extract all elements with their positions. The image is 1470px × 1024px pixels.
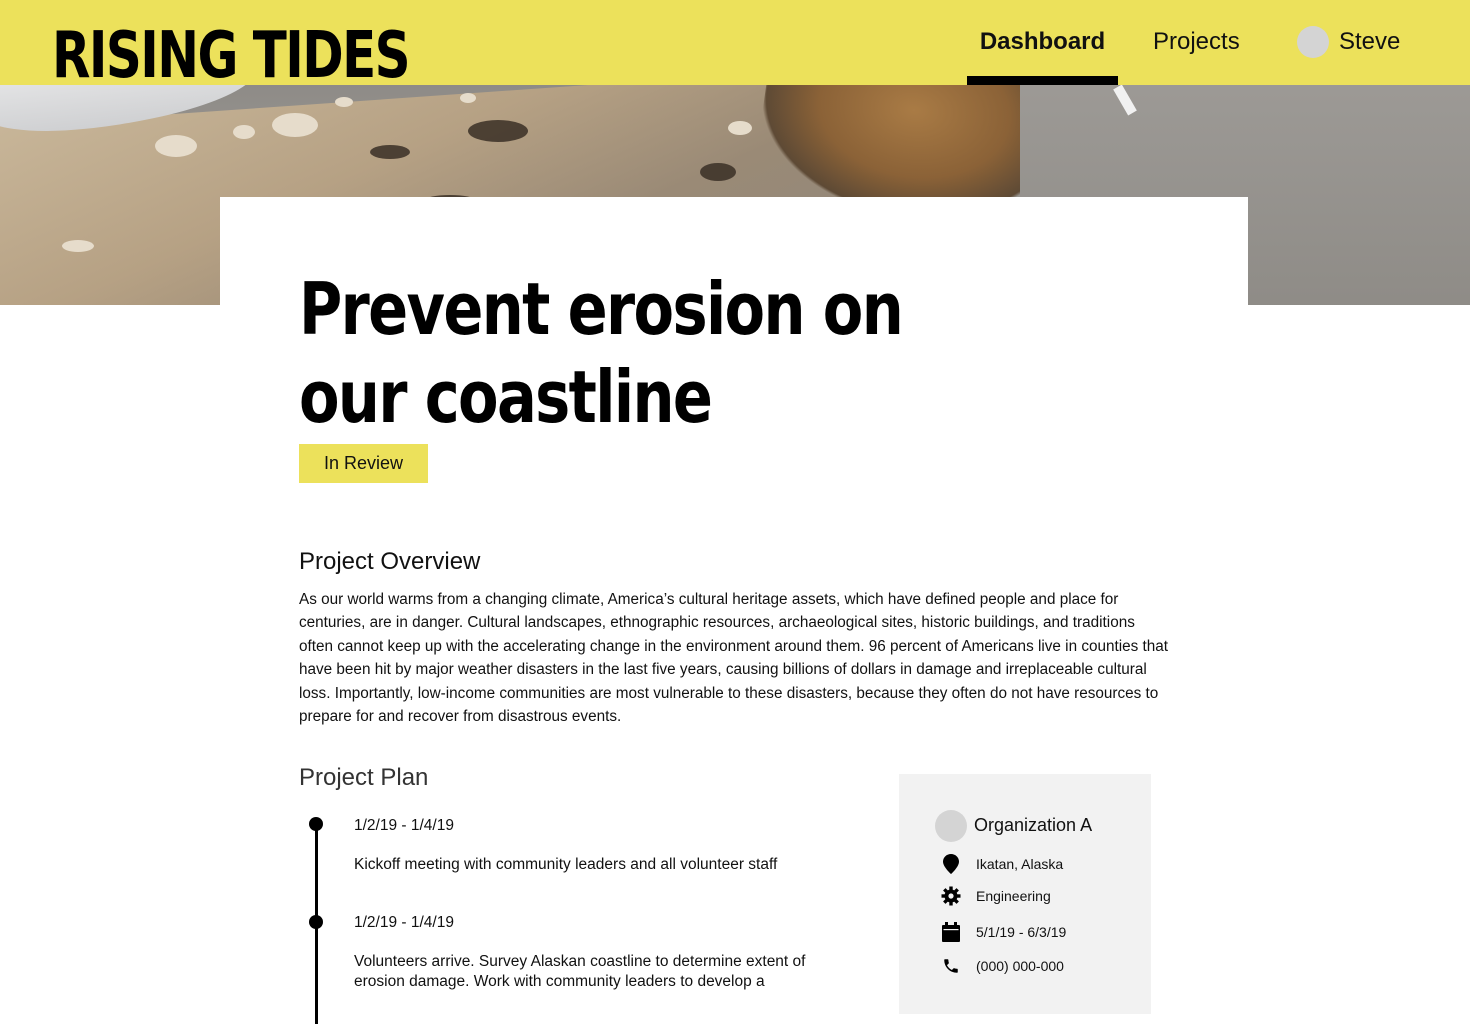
- org-phone-row: (000) 000-000: [941, 956, 1064, 976]
- timeline-dot: [309, 817, 323, 831]
- org-location-row: Ikatan, Alaska: [941, 854, 1063, 874]
- org-phone[interactable]: (000) 000-000: [976, 958, 1064, 974]
- gear-icon: [941, 886, 961, 906]
- nav-dashboard[interactable]: Dashboard: [967, 24, 1118, 85]
- org-dates: 5/1/19 - 6/3/19: [976, 924, 1067, 940]
- logo[interactable]: RISING TIDES: [52, 24, 411, 88]
- active-tab-indicator: [967, 76, 1118, 85]
- status-badge: In Review: [299, 444, 428, 483]
- org-category-row: Engineering: [941, 886, 1051, 906]
- location-pin-icon: [941, 854, 961, 874]
- phone-icon: [941, 956, 961, 976]
- project-overview-text: As our world warms from a changing clima…: [299, 591, 1169, 726]
- timeline-date: 1/2/19 - 1/4/19: [354, 817, 454, 834]
- organization-name[interactable]: Organization A: [974, 812, 1092, 838]
- user-menu[interactable]: Steve: [1297, 26, 1400, 58]
- avatar: [935, 810, 967, 842]
- page-title: Prevent erosion on our coastline: [299, 267, 904, 439]
- avatar: [1297, 26, 1329, 58]
- project-overview-heading: Project Overview: [299, 548, 481, 575]
- user-name: Steve: [1339, 28, 1401, 55]
- organization-panel: Organization A Ikatan, Alaska Engineerin…: [899, 774, 1151, 1014]
- org-dates-row: 5/1/19 - 6/3/19: [941, 922, 1066, 942]
- project-card: Prevent erosion on our coastline In Revi…: [220, 197, 1248, 1024]
- org-category: Engineering: [976, 888, 1051, 904]
- nav-projects[interactable]: Projects: [1153, 24, 1240, 60]
- timeline-description: Kickoff meeting with community leaders a…: [354, 856, 778, 873]
- timeline-dot: [309, 915, 323, 929]
- nav-dashboard-label: Dashboard: [979, 28, 1106, 55]
- project-plan-heading: Project Plan: [299, 764, 429, 791]
- org-location: Ikatan, Alaska: [976, 856, 1064, 872]
- top-nav-bar: RISING TIDES Dashboard Projects Steve: [0, 0, 1470, 88]
- calendar-icon: [941, 922, 961, 942]
- timeline-description: Volunteers arrive. Survey Alaskan coastl…: [354, 953, 806, 990]
- timeline-date: 1/2/19 - 1/4/19: [354, 914, 454, 931]
